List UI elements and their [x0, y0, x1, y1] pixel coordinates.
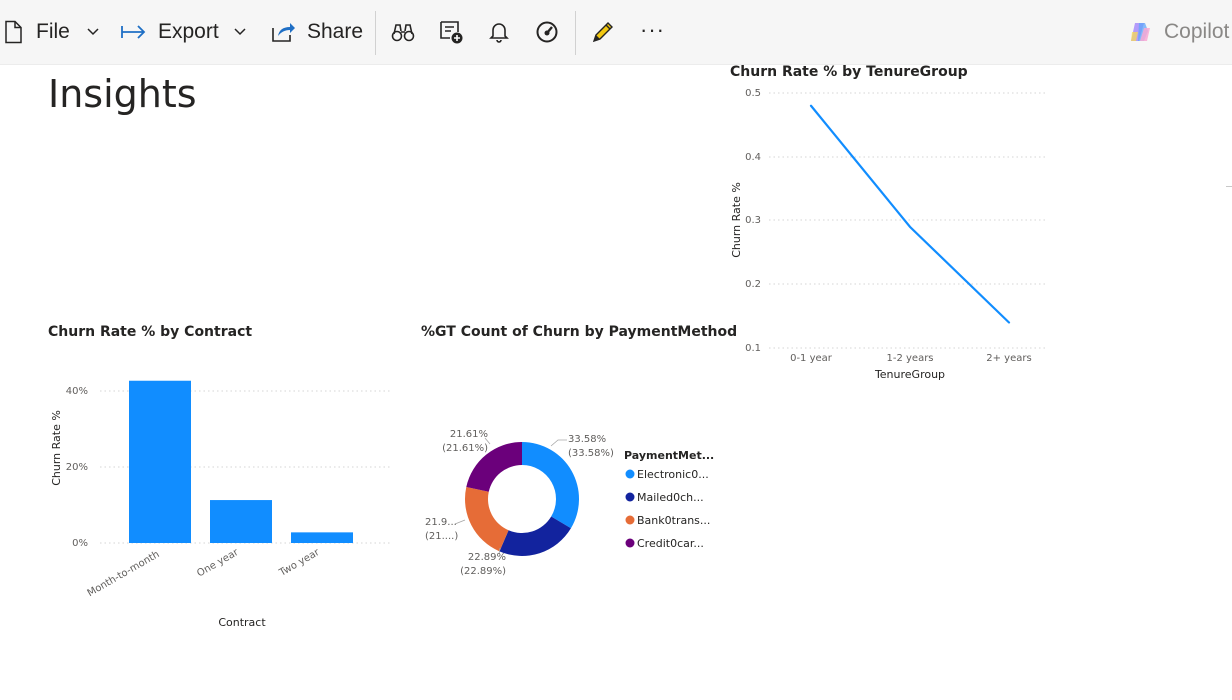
- x-axis-title: Contract: [218, 616, 266, 629]
- bar-chart[interactable]: 40% 20% 0% Month-to-month One year Two y…: [45, 370, 395, 635]
- page-title: Insights: [48, 72, 197, 116]
- donut-chart[interactable]: 33.58% (33.58%) 21.61% (21.61%) 21.9... …: [415, 420, 715, 585]
- y-tick-label: 0.1: [745, 343, 761, 354]
- line-chart[interactable]: 0.5 0.4 0.3 0.2 0.1 0-1 year 1-2 years 2…: [725, 84, 1060, 389]
- chevron-down-icon: [86, 27, 100, 37]
- bar-chart-title: Churn Rate % by Contract: [48, 324, 253, 340]
- scroll-indicator: [1226, 186, 1232, 187]
- comment-add-icon: [438, 19, 464, 45]
- toolbar-divider: [575, 11, 576, 55]
- add-comment-button[interactable]: [438, 14, 464, 50]
- slice-sublabel: (33.58%): [568, 448, 614, 459]
- file-icon: [2, 20, 24, 44]
- export-label: Export: [158, 20, 219, 43]
- pencil-icon: [590, 19, 616, 45]
- file-label: File: [36, 20, 70, 43]
- subscribe-button[interactable]: [488, 14, 510, 50]
- gauge-icon: [535, 20, 559, 44]
- legend-marker: [625, 538, 635, 548]
- line-series: [809, 104, 1011, 324]
- copilot-button[interactable]: Copilot: [1128, 14, 1229, 50]
- share-icon: [270, 20, 296, 44]
- x-tick-label: Two year: [277, 547, 322, 580]
- legend-marker: [625, 492, 635, 502]
- export-arrow-icon: [120, 22, 148, 42]
- export-menu-button[interactable]: Export: [120, 14, 247, 50]
- slice-sublabel: (21....): [425, 531, 458, 542]
- legend-item-label[interactable]: Bank0trans...: [637, 514, 710, 527]
- donut-slices: [465, 442, 580, 556]
- legend-marker: [625, 515, 635, 525]
- donut-slice[interactable]: [465, 486, 509, 552]
- legend-item-label[interactable]: Mailed0ch...: [637, 491, 704, 504]
- series-line: [809, 104, 1011, 324]
- bell-icon: [488, 20, 510, 44]
- legend-item-label[interactable]: Electronic0...: [637, 468, 709, 481]
- x-tick-label: 2+ years: [986, 353, 1031, 364]
- binoculars-icon: [391, 21, 415, 43]
- y-axis-title: Churn Rate %: [50, 410, 63, 486]
- y-tick-label: 0.4: [745, 152, 761, 163]
- more-icon: ···: [640, 17, 665, 42]
- donut-legend[interactable]: Electronic0... Mailed0ch... Bank0trans... C…: [625, 468, 711, 550]
- donut-chart-title: %GT Count of Churn by PaymentMethod: [421, 324, 738, 340]
- y-axis-title: Churn Rate %: [730, 182, 743, 258]
- y-tick-label: 0.5: [745, 88, 761, 99]
- y-tick-label: 0.2: [745, 279, 761, 290]
- share-label: Share: [307, 20, 364, 43]
- bar[interactable]: [210, 500, 272, 543]
- y-tick-label: 0%: [72, 538, 88, 549]
- line-chart-title: Churn Rate % by TenureGroup: [730, 64, 968, 80]
- performance-button[interactable]: [535, 14, 559, 50]
- x-tick-label: Month-to-month: [86, 549, 162, 599]
- toolbar-divider: [375, 11, 376, 55]
- slice-sublabel: (21.61%): [442, 443, 488, 454]
- legend-item-label[interactable]: Credit0car...: [637, 537, 704, 550]
- legend-title: PaymentMet...: [624, 449, 714, 462]
- x-tick-label: 1-2 years: [886, 353, 933, 364]
- slice-sublabel: (22.89%): [460, 566, 506, 577]
- slice-label: 21.9...: [425, 517, 457, 528]
- donut-slice[interactable]: [499, 516, 571, 556]
- file-menu-button[interactable]: File: [2, 14, 100, 50]
- edit-button[interactable]: [590, 14, 616, 50]
- x-axis-title: TenureGroup: [874, 368, 945, 381]
- binoculars-button[interactable]: [391, 14, 415, 50]
- copilot-icon: [1128, 20, 1154, 44]
- bar-series: [129, 380, 353, 543]
- y-tick-label: 20%: [66, 462, 88, 473]
- line-chart-gridlines: [769, 92, 1047, 349]
- slice-label: 22.89%: [468, 552, 506, 563]
- slice-label: 33.58%: [568, 434, 606, 445]
- toolbar: File Export Share ··· Copilot: [0, 0, 1232, 65]
- x-tick-label: 0-1 year: [790, 353, 833, 364]
- y-tick-label: 40%: [66, 386, 88, 397]
- more-options-button[interactable]: ···: [640, 12, 665, 48]
- chevron-down-icon: [233, 27, 247, 37]
- legend-marker: [625, 469, 635, 479]
- share-button[interactable]: Share: [270, 14, 363, 50]
- bar[interactable]: [129, 380, 191, 543]
- slice-label: 21.61%: [450, 429, 488, 440]
- copilot-label: Copilot: [1164, 20, 1230, 43]
- bar[interactable]: [291, 532, 353, 543]
- y-tick-label: 0.3: [745, 215, 761, 226]
- x-tick-label: One year: [195, 547, 241, 580]
